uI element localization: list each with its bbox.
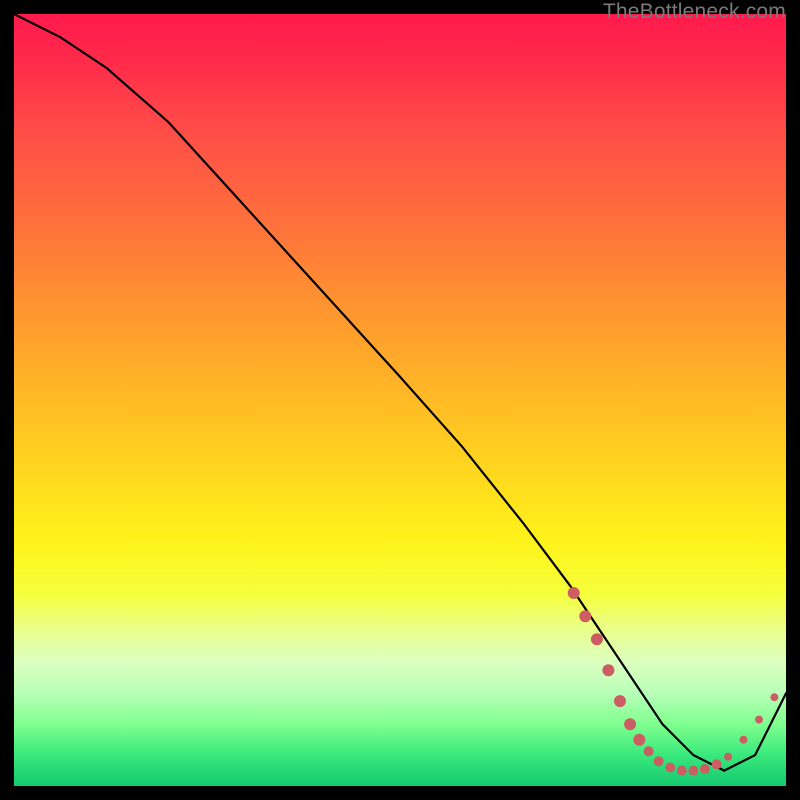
marker-dot bbox=[591, 633, 603, 645]
marker-dot bbox=[740, 736, 748, 744]
marker-dot bbox=[602, 664, 614, 676]
marker-dot bbox=[665, 763, 675, 773]
marker-dot bbox=[568, 587, 580, 599]
watermark-text: TheBottleneck.com bbox=[603, 0, 786, 24]
marker-dot bbox=[688, 766, 698, 776]
marker-dot bbox=[677, 766, 687, 776]
marker-dot bbox=[654, 756, 664, 766]
marker-dot bbox=[579, 610, 591, 622]
chart-svg bbox=[14, 14, 786, 786]
marker-dot bbox=[633, 734, 645, 746]
chart-markers bbox=[568, 587, 779, 776]
marker-dot bbox=[712, 759, 722, 769]
marker-dot bbox=[624, 718, 636, 730]
marker-dot bbox=[755, 716, 763, 724]
marker-dot bbox=[724, 753, 732, 761]
chart-line bbox=[14, 14, 786, 771]
marker-dot bbox=[770, 693, 778, 701]
marker-dot bbox=[614, 695, 626, 707]
marker-dot bbox=[644, 746, 654, 756]
marker-dot bbox=[700, 764, 710, 774]
curve-path bbox=[14, 14, 786, 771]
chart-frame bbox=[14, 14, 786, 786]
